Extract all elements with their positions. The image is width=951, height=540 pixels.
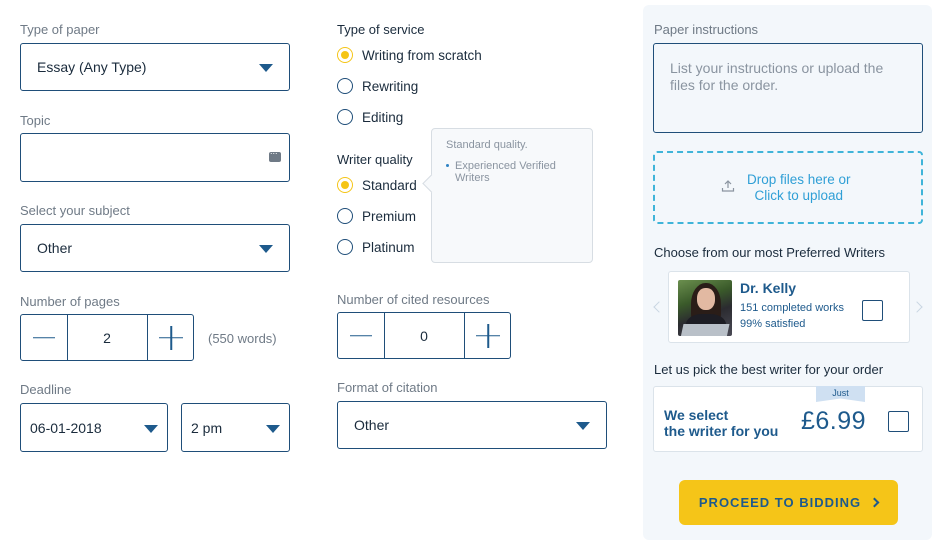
minus-icon <box>33 336 55 339</box>
just-ribbon: Just <box>816 386 865 402</box>
service-option-label: Rewriting <box>362 78 419 94</box>
quality-option-standard[interactable]: Standard <box>337 177 417 193</box>
cited-increment-button[interactable] <box>465 313 511 358</box>
divider <box>67 315 68 360</box>
price: £6.99 <box>801 407 867 435</box>
proceed-label: PROCEED TO BIDDING <box>698 495 862 510</box>
chevron-down-icon <box>576 422 590 430</box>
more-icon <box>269 146 281 162</box>
deadline-time-value: 2 pm <box>191 419 223 436</box>
file-dropzone[interactable]: Drop files here or Click to upload <box>653 151 923 224</box>
radio-icon <box>337 109 353 125</box>
writer-works: 151 completed works <box>740 302 844 314</box>
writer-name: Dr. Kelly <box>740 280 797 296</box>
chevron-right-icon <box>869 497 880 508</box>
deadline-date-select[interactable]: 06-01-2018 <box>20 403 168 452</box>
writer-checkbox[interactable] <box>862 300 883 321</box>
we-select-checkbox[interactable] <box>888 411 909 432</box>
pages-words: (550 words) <box>208 331 277 346</box>
service-option-label: Editing <box>362 109 404 125</box>
chevron-down-icon <box>259 245 273 253</box>
cited-decrement-button[interactable] <box>338 313 384 358</box>
quality-option-platinum[interactable]: Platinum <box>337 239 415 255</box>
instructions-textarea[interactable]: List your instructions or upload the fil… <box>653 43 923 133</box>
citation-value: Other <box>354 417 390 433</box>
tooltip-item: Experienced Verified Writers <box>446 160 578 184</box>
subject-value: Other <box>37 240 73 256</box>
chevron-down-icon <box>144 424 158 433</box>
quality-option-label: Platinum <box>362 239 415 255</box>
divider <box>384 313 385 358</box>
deadline-date-value: 06-01-2018 <box>30 419 102 436</box>
deadline-time-select[interactable]: 2 pm <box>181 403 290 452</box>
radio-icon <box>337 78 353 94</box>
we-select-text: We select the writer for you <box>664 407 778 439</box>
we-select-line1: We select <box>664 407 729 423</box>
radio-selected-icon <box>337 47 353 63</box>
subject-label: Select your subject <box>20 203 130 218</box>
quality-tooltip: Standard quality. Experienced Verified W… <box>431 128 593 263</box>
pages-increment-button[interactable] <box>148 315 194 360</box>
cited-label: Number of cited resources <box>337 292 490 307</box>
dropzone-line1: Drop files here or <box>747 172 851 187</box>
citation-label: Format of citation <box>337 380 438 395</box>
minus-icon <box>350 334 372 337</box>
subject-select[interactable]: Other <box>20 224 290 272</box>
avatar <box>678 280 732 336</box>
service-option-label: Writing from scratch <box>362 47 482 63</box>
type-of-paper-value: Essay (Any Type) <box>37 59 147 75</box>
deadline-label: Deadline <box>20 382 72 397</box>
writer-card[interactable]: Dr. Kelly 151 completed works 99% satisf… <box>668 271 910 343</box>
chevron-down-icon <box>259 64 273 72</box>
pages-decrement-button[interactable] <box>21 315 67 360</box>
radio-selected-icon <box>337 177 353 193</box>
dropzone-text: Drop files here or Click to upload <box>747 172 851 204</box>
type-of-paper-select[interactable]: Essay (Any Type) <box>20 43 290 91</box>
service-option-rewriting[interactable]: Rewriting <box>337 78 418 94</box>
service-option-writing[interactable]: Writing from scratch <box>337 47 482 63</box>
upload-icon <box>721 180 735 192</box>
type-of-paper-label: Type of paper <box>20 22 100 37</box>
tooltip-title: Standard quality. <box>446 139 528 151</box>
writer-satisfied: 99% satisfied <box>740 318 806 330</box>
quality-label: Writer quality <box>337 152 413 167</box>
pages-label: Number of pages <box>20 294 120 309</box>
topic-label: Topic <box>20 113 51 128</box>
dropzone-line2[interactable]: Click to upload <box>747 188 851 204</box>
citation-select[interactable]: Other <box>337 401 607 449</box>
quality-option-label: Standard <box>362 177 417 193</box>
radio-icon <box>337 208 353 224</box>
quality-option-premium[interactable]: Premium <box>337 208 416 224</box>
service-option-editing[interactable]: Editing <box>337 109 403 125</box>
chevron-down-icon <box>266 424 280 433</box>
quality-option-label: Premium <box>362 208 417 224</box>
we-select-line2: the writer for you <box>664 423 779 439</box>
pages-value: 2 <box>103 329 111 346</box>
instructions-label: Paper instructions <box>654 22 759 37</box>
we-select-card[interactable]: Just We select the writer for you £6.99 <box>653 386 923 452</box>
pick-writer-label: Let us pick the best writer for your ord… <box>654 362 884 377</box>
cited-value: 0 <box>420 327 428 344</box>
pages-stepper[interactable]: 2 <box>20 314 194 361</box>
radio-icon <box>337 239 353 255</box>
preferred-writers-label: Choose from our most Preferred Writers <box>654 245 885 260</box>
proceed-to-bidding-button[interactable]: PROCEED TO BIDDING <box>679 480 898 525</box>
topic-input[interactable] <box>20 133 290 182</box>
cited-stepper[interactable]: 0 <box>337 312 511 359</box>
service-label: Type of service <box>337 22 425 37</box>
